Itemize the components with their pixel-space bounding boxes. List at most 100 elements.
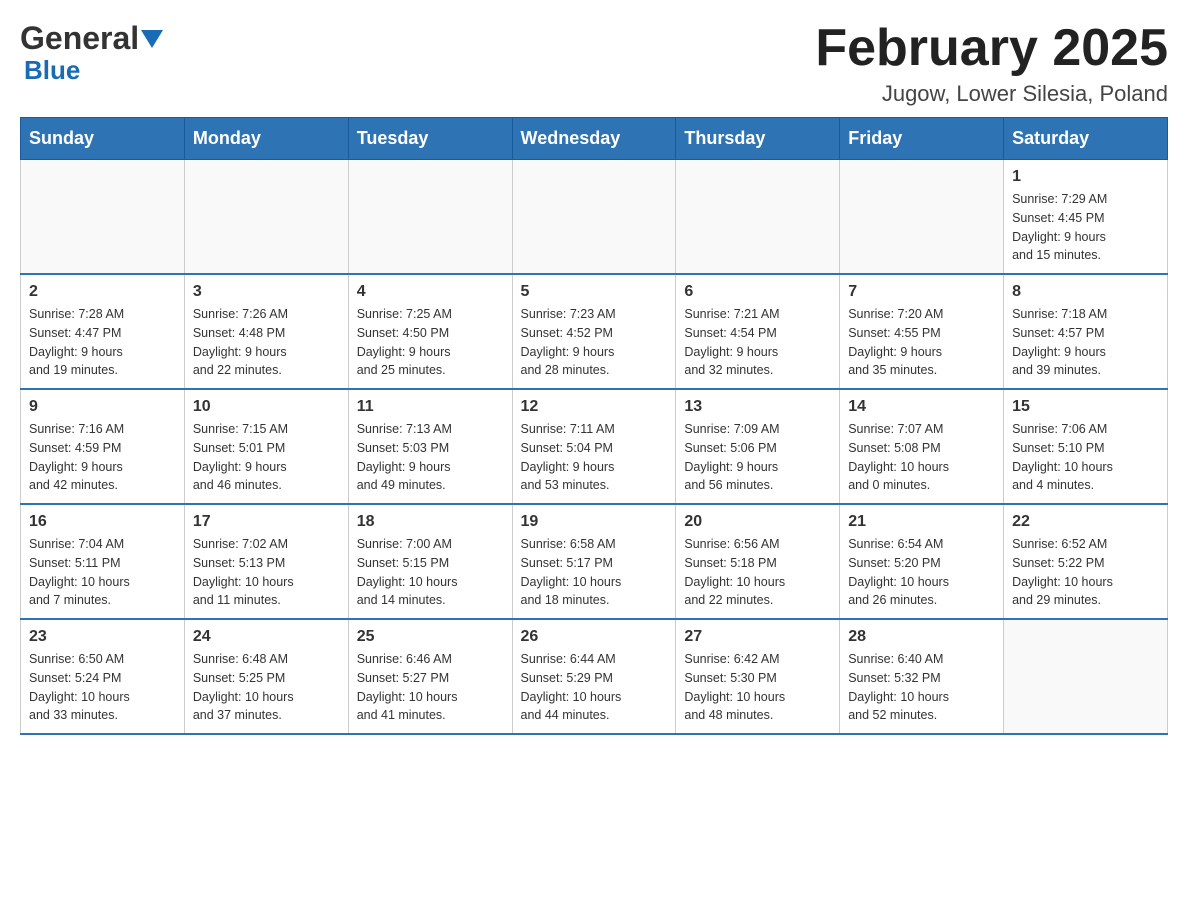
day-number: 21 bbox=[848, 513, 995, 531]
calendar-cell: 11 Sunrise: 7:13 AM Sunset: 5:03 PM Dayli… bbox=[348, 389, 512, 504]
calendar-cell bbox=[512, 160, 676, 275]
day-info: Sunrise: 7:29 AM Sunset: 4:45 PM Dayligh… bbox=[1012, 190, 1159, 265]
day-number: 28 bbox=[848, 628, 995, 646]
day-number: 17 bbox=[193, 513, 340, 531]
day-number: 20 bbox=[684, 513, 831, 531]
day-number: 8 bbox=[1012, 283, 1159, 301]
logo-triangle-icon bbox=[141, 30, 163, 52]
day-info: Sunrise: 7:18 AM Sunset: 4:57 PM Dayligh… bbox=[1012, 305, 1159, 380]
day-info: Sunrise: 6:54 AM Sunset: 5:20 PM Dayligh… bbox=[848, 535, 995, 610]
day-number: 6 bbox=[684, 283, 831, 301]
calendar-cell bbox=[21, 160, 185, 275]
day-info: Sunrise: 7:04 AM Sunset: 5:11 PM Dayligh… bbox=[29, 535, 176, 610]
calendar-cell: 7 Sunrise: 7:20 AM Sunset: 4:55 PM Daylig… bbox=[840, 274, 1004, 389]
calendar-cell: 14 Sunrise: 7:07 AM Sunset: 5:08 PM Dayli… bbox=[840, 389, 1004, 504]
calendar-cell bbox=[1004, 619, 1168, 734]
day-number: 19 bbox=[521, 513, 668, 531]
day-number: 23 bbox=[29, 628, 176, 646]
day-number: 13 bbox=[684, 398, 831, 416]
day-info: Sunrise: 7:21 AM Sunset: 4:54 PM Dayligh… bbox=[684, 305, 831, 380]
day-info: Sunrise: 6:44 AM Sunset: 5:29 PM Dayligh… bbox=[521, 650, 668, 725]
day-number: 16 bbox=[29, 513, 176, 531]
calendar-cell: 17 Sunrise: 7:02 AM Sunset: 5:13 PM Dayli… bbox=[184, 504, 348, 619]
day-info: Sunrise: 6:48 AM Sunset: 5:25 PM Dayligh… bbox=[193, 650, 340, 725]
day-info: Sunrise: 7:02 AM Sunset: 5:13 PM Dayligh… bbox=[193, 535, 340, 610]
col-header-wednesday: Wednesday bbox=[512, 118, 676, 160]
calendar-cell: 3 Sunrise: 7:26 AM Sunset: 4:48 PM Daylig… bbox=[184, 274, 348, 389]
day-number: 5 bbox=[521, 283, 668, 301]
day-number: 3 bbox=[193, 283, 340, 301]
calendar-cell: 27Sunrise: 6:42 AM Sunset: 5:30 PM Dayli… bbox=[676, 619, 840, 734]
day-info: Sunrise: 7:20 AM Sunset: 4:55 PM Dayligh… bbox=[848, 305, 995, 380]
day-number: 7 bbox=[848, 283, 995, 301]
day-number: 26 bbox=[521, 628, 668, 646]
day-number: 25 bbox=[357, 628, 504, 646]
day-number: 9 bbox=[29, 398, 176, 416]
day-number: 2 bbox=[29, 283, 176, 301]
calendar-cell bbox=[184, 160, 348, 275]
day-number: 11 bbox=[357, 398, 504, 416]
day-number: 24 bbox=[193, 628, 340, 646]
day-number: 4 bbox=[357, 283, 504, 301]
day-number: 10 bbox=[193, 398, 340, 416]
calendar-cell: 13 Sunrise: 7:09 AM Sunset: 5:06 PM Dayli… bbox=[676, 389, 840, 504]
day-number: 22 bbox=[1012, 513, 1159, 531]
day-info: Sunrise: 7:06 AM Sunset: 5:10 PM Dayligh… bbox=[1012, 420, 1159, 495]
day-info: Sunrise: 7:07 AM Sunset: 5:08 PM Dayligh… bbox=[848, 420, 995, 495]
day-info: Sunrise: 6:50 AM Sunset: 5:24 PM Dayligh… bbox=[29, 650, 176, 725]
calendar-cell: 23 Sunrise: 6:50 AM Sunset: 5:24 PM Dayli… bbox=[21, 619, 185, 734]
col-header-monday: Monday bbox=[184, 118, 348, 160]
calendar-cell: 20Sunrise: 6:56 AM Sunset: 5:18 PM Dayli… bbox=[676, 504, 840, 619]
calendar-cell: 19 Sunrise: 6:58 AM Sunset: 5:17 PM Dayli… bbox=[512, 504, 676, 619]
calendar-cell: 28Sunrise: 6:40 AM Sunset: 5:32 PM Dayli… bbox=[840, 619, 1004, 734]
calendar-cell: 22 Sunrise: 6:52 AM Sunset: 5:22 PM Dayli… bbox=[1004, 504, 1168, 619]
day-info: Sunrise: 7:11 AM Sunset: 5:04 PM Dayligh… bbox=[521, 420, 668, 495]
month-title: February 2025 bbox=[815, 20, 1168, 77]
calendar-cell: 9Sunrise: 7:16 AM Sunset: 4:59 PM Daylig… bbox=[21, 389, 185, 504]
day-number: 15 bbox=[1012, 398, 1159, 416]
logo-blue-text: Blue bbox=[24, 55, 80, 86]
day-info: Sunrise: 7:00 AM Sunset: 5:15 PM Dayligh… bbox=[357, 535, 504, 610]
calendar-cell: 16 Sunrise: 7:04 AM Sunset: 5:11 PM Dayli… bbox=[21, 504, 185, 619]
calendar-cell: 5 Sunrise: 7:23 AM Sunset: 4:52 PM Daylig… bbox=[512, 274, 676, 389]
calendar-week-row: 1 Sunrise: 7:29 AM Sunset: 4:45 PM Daylig… bbox=[21, 160, 1168, 275]
day-info: Sunrise: 6:46 AM Sunset: 5:27 PM Dayligh… bbox=[357, 650, 504, 725]
day-info: Sunrise: 7:28 AM Sunset: 4:47 PM Dayligh… bbox=[29, 305, 176, 380]
day-number: 14 bbox=[848, 398, 995, 416]
day-info: Sunrise: 6:58 AM Sunset: 5:17 PM Dayligh… bbox=[521, 535, 668, 610]
calendar-cell: 18 Sunrise: 7:00 AM Sunset: 5:15 PM Dayli… bbox=[348, 504, 512, 619]
calendar-week-row: 9Sunrise: 7:16 AM Sunset: 4:59 PM Daylig… bbox=[21, 389, 1168, 504]
location-text: Jugow, Lower Silesia, Poland bbox=[815, 81, 1168, 107]
day-info: Sunrise: 7:13 AM Sunset: 5:03 PM Dayligh… bbox=[357, 420, 504, 495]
day-number: 1 bbox=[1012, 168, 1159, 186]
calendar-cell: 15 Sunrise: 7:06 AM Sunset: 5:10 PM Dayli… bbox=[1004, 389, 1168, 504]
calendar-cell bbox=[676, 160, 840, 275]
calendar-cell: 26 Sunrise: 6:44 AM Sunset: 5:29 PM Dayli… bbox=[512, 619, 676, 734]
calendar-cell: 24 Sunrise: 6:48 AM Sunset: 5:25 PM Dayli… bbox=[184, 619, 348, 734]
calendar-cell: 6 Sunrise: 7:21 AM Sunset: 4:54 PM Daylig… bbox=[676, 274, 840, 389]
day-info: Sunrise: 6:52 AM Sunset: 5:22 PM Dayligh… bbox=[1012, 535, 1159, 610]
day-info: Sunrise: 7:26 AM Sunset: 4:48 PM Dayligh… bbox=[193, 305, 340, 380]
calendar-cell: 12Sunrise: 7:11 AM Sunset: 5:04 PM Dayli… bbox=[512, 389, 676, 504]
calendar-cell: 21 Sunrise: 6:54 AM Sunset: 5:20 PM Dayli… bbox=[840, 504, 1004, 619]
calendar-cell: 1 Sunrise: 7:29 AM Sunset: 4:45 PM Daylig… bbox=[1004, 160, 1168, 275]
day-info: Sunrise: 7:23 AM Sunset: 4:52 PM Dayligh… bbox=[521, 305, 668, 380]
day-info: Sunrise: 7:09 AM Sunset: 5:06 PM Dayligh… bbox=[684, 420, 831, 495]
page-header: General Blue February 2025 Jugow, Lower … bbox=[20, 20, 1168, 107]
calendar-week-row: 16 Sunrise: 7:04 AM Sunset: 5:11 PM Dayli… bbox=[21, 504, 1168, 619]
calendar-cell: 8 Sunrise: 7:18 AM Sunset: 4:57 PM Daylig… bbox=[1004, 274, 1168, 389]
day-info: Sunrise: 7:15 AM Sunset: 5:01 PM Dayligh… bbox=[193, 420, 340, 495]
calendar-cell: 2 Sunrise: 7:28 AM Sunset: 4:47 PM Daylig… bbox=[21, 274, 185, 389]
calendar-table: SundayMondayTuesdayWednesdayThursdayFrid… bbox=[20, 117, 1168, 735]
logo: General Blue bbox=[20, 20, 163, 86]
calendar-cell: 10 Sunrise: 7:15 AM Sunset: 5:01 PM Dayli… bbox=[184, 389, 348, 504]
calendar-cell bbox=[840, 160, 1004, 275]
day-number: 18 bbox=[357, 513, 504, 531]
col-header-sunday: Sunday bbox=[21, 118, 185, 160]
day-info: Sunrise: 6:42 AM Sunset: 5:30 PM Dayligh… bbox=[684, 650, 831, 725]
calendar-cell: 25 Sunrise: 6:46 AM Sunset: 5:27 PM Dayli… bbox=[348, 619, 512, 734]
calendar-header-row: SundayMondayTuesdayWednesdayThursdayFrid… bbox=[21, 118, 1168, 160]
col-header-tuesday: Tuesday bbox=[348, 118, 512, 160]
calendar-week-row: 23 Sunrise: 6:50 AM Sunset: 5:24 PM Dayli… bbox=[21, 619, 1168, 734]
calendar-week-row: 2 Sunrise: 7:28 AM Sunset: 4:47 PM Daylig… bbox=[21, 274, 1168, 389]
